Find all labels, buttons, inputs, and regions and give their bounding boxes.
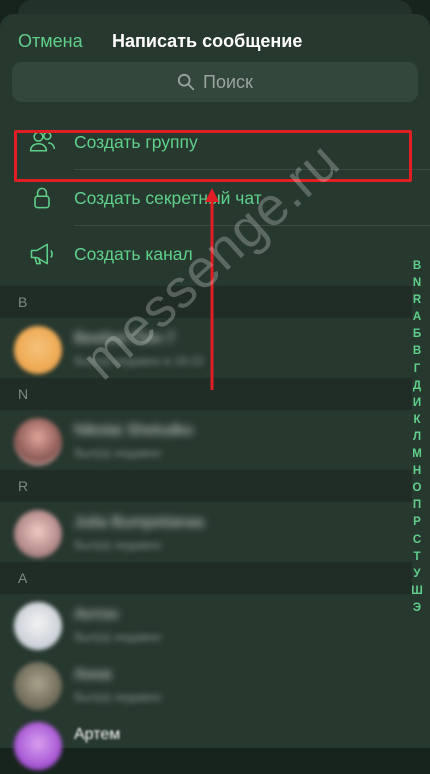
contact-name: Анна xyxy=(74,666,112,683)
create-channel-button[interactable]: Создать канал xyxy=(0,226,430,282)
background-sheet-edge xyxy=(18,0,412,14)
alphabet-index-letter[interactable]: Ш xyxy=(411,583,423,600)
contact-name: Артем xyxy=(74,726,121,743)
alphabet-index-letter[interactable]: К xyxy=(413,412,420,429)
avatar xyxy=(14,662,62,710)
avatar xyxy=(14,326,62,374)
highlight-box xyxy=(14,130,412,182)
contact-status: был(а) недавно xyxy=(74,446,161,460)
contact-name: Nikolai Sheludko xyxy=(74,422,194,439)
alphabet-index-letter[interactable]: П xyxy=(413,497,421,514)
search-input[interactable]: Поиск xyxy=(12,62,418,102)
create-channel-label: Создать канал xyxy=(74,243,193,264)
alphabet-index-letter[interactable]: R xyxy=(413,292,421,309)
avatar xyxy=(14,722,62,770)
create-secret-chat-label: Создать секретный чат xyxy=(74,187,262,208)
alphabet-index-letter[interactable]: Р xyxy=(413,514,421,531)
section-header: A xyxy=(0,562,412,594)
alphabet-index-letter[interactable]: Н xyxy=(413,463,421,480)
alphabet-index-letter[interactable]: Э xyxy=(413,600,421,617)
alphabet-index-letter[interactable]: М xyxy=(412,446,422,463)
search-placeholder: Поиск xyxy=(203,71,253,92)
section-header: N xyxy=(0,378,412,410)
contact-row[interactable]: Nikolai Sheludko был(а) недавно xyxy=(0,410,412,470)
alphabet-index-letter[interactable]: Т xyxy=(413,549,420,566)
alphabet-index-letter[interactable]: Б xyxy=(413,326,421,343)
alphabet-index-letter[interactable]: В xyxy=(413,343,421,360)
avatar xyxy=(14,510,62,558)
alphabet-index-letter[interactable]: И xyxy=(413,395,421,412)
alphabet-index-letter[interactable]: Л xyxy=(413,429,421,446)
contact-status: был(а) недавно xyxy=(74,630,161,644)
avatar xyxy=(14,602,62,650)
alphabet-index-letter[interactable]: B xyxy=(413,258,421,275)
alphabet-index-letter[interactable]: О xyxy=(413,480,422,497)
cancel-button[interactable]: Отмена xyxy=(18,31,83,52)
contact-row[interactable]: Анна был(а) недавно xyxy=(0,654,412,714)
contact-status: был(а) недавно xyxy=(74,690,161,704)
contact-name: Beeline Пин-7 xyxy=(74,330,176,347)
contact-status: был(а) недавно в 18:22 xyxy=(74,354,204,368)
contact-row[interactable]: Артем xyxy=(0,714,412,774)
section-header: R xyxy=(0,470,412,502)
contact-list: B Beeline Пин-7 был(а) недавно в 18:22 N… xyxy=(0,286,412,774)
contact-name: Julia Bumpetianas xyxy=(74,514,205,531)
megaphone-icon xyxy=(22,239,62,269)
section-header: B xyxy=(0,286,412,318)
alphabet-index-letter[interactable]: Д xyxy=(413,378,421,395)
alphabet-index-letter[interactable]: Г xyxy=(414,361,421,378)
contact-row[interactable]: Антон был(а) недавно xyxy=(0,594,412,654)
contact-row[interactable]: Julia Bumpetianas был(а) недавно xyxy=(0,502,412,562)
page-title: Написать сообщение xyxy=(112,31,303,51)
alphabet-index-letter[interactable]: A xyxy=(413,309,421,326)
alphabet-index-letter[interactable]: У xyxy=(413,566,420,583)
avatar xyxy=(14,418,62,466)
contact-status: был(а) недавно xyxy=(74,538,161,552)
alphabet-index[interactable]: BNRAБВГДИКЛМНОПРСТУШЭ xyxy=(410,258,424,617)
contact-row[interactable]: Beeline Пин-7 был(а) недавно в 18:22 xyxy=(0,318,412,378)
alphabet-index-letter[interactable]: N xyxy=(413,275,421,292)
lock-icon xyxy=(22,183,62,213)
search-icon xyxy=(177,73,195,91)
contact-name: Антон xyxy=(74,606,119,623)
alphabet-index-letter[interactable]: С xyxy=(413,532,421,549)
